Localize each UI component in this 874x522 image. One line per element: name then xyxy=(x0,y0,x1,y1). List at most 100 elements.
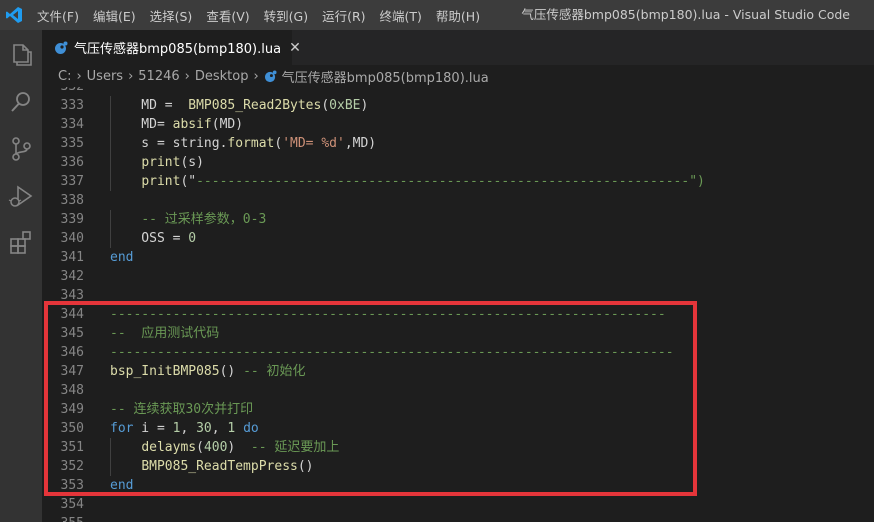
line-number[interactable]: 342 xyxy=(42,267,84,286)
code-line[interactable]: 355 xyxy=(42,514,874,522)
code-line[interactable]: 343 xyxy=(42,286,874,305)
code-line[interactable]: 336 print(s) xyxy=(42,153,874,172)
close-icon[interactable]: ✕ xyxy=(289,40,301,56)
line-number[interactable]: 337 xyxy=(42,172,84,191)
breadcrumb-user[interactable]: 51246 xyxy=(138,69,179,84)
menu-view[interactable]: 查看(V) xyxy=(206,6,249,25)
breadcrumb: C: › Users › 51246 › Desktop › 气压传感器bmp0… xyxy=(42,65,874,87)
line-number[interactable]: 348 xyxy=(42,381,84,400)
breadcrumb-users[interactable]: Users xyxy=(87,69,123,84)
line-number[interactable]: 352 xyxy=(42,457,84,476)
code-text: -- 连续获取30次并打印 xyxy=(110,402,254,417)
line-number[interactable]: 350 xyxy=(42,419,84,438)
line-number[interactable]: 340 xyxy=(42,229,84,248)
line-number[interactable]: 345 xyxy=(42,324,84,343)
line-number[interactable]: 334 xyxy=(42,115,84,134)
line-number[interactable]: 353 xyxy=(42,476,84,495)
breadcrumb-desktop[interactable]: Desktop xyxy=(195,69,249,84)
code-text: -- 应用测试代码 xyxy=(110,326,220,341)
line-number[interactable]: 349 xyxy=(42,400,84,419)
code-text: delayms(400) -- 延迟要加上 xyxy=(141,440,340,455)
code-line[interactable]: 337 print("-----------------------------… xyxy=(42,172,874,191)
menu-edit[interactable]: 编辑(E) xyxy=(93,6,136,25)
code-line[interactable]: 350 for i = 1, 30, 1 do xyxy=(42,419,874,438)
extensions-icon[interactable] xyxy=(6,228,36,258)
code-editor[interactable]: 332333 MD = BMP085_Read2Bytes(0xBE)334 M… xyxy=(42,87,874,522)
run-debug-icon[interactable] xyxy=(6,181,36,211)
code-text: print(s) xyxy=(141,155,204,170)
breadcrumb-separator: › xyxy=(76,68,82,84)
menu-run[interactable]: 运行(R) xyxy=(322,6,365,25)
indent-guide xyxy=(110,457,111,476)
editor-tab[interactable]: 气压传感器bmp085(bmp180).lua ✕ xyxy=(42,30,301,65)
line-number[interactable]: 351 xyxy=(42,438,84,457)
code-line[interactable]: 352 BMP085_ReadTempPress() xyxy=(42,457,874,476)
menu-help[interactable]: 帮助(H) xyxy=(436,6,480,25)
window-title: 气压传感器bmp085(bmp180).lua - Visual Studio … xyxy=(521,7,850,22)
code-line[interactable]: 341 end xyxy=(42,248,874,267)
line-number[interactable]: 333 xyxy=(42,96,84,115)
code-line[interactable]: 339 -- 过采样参数，0-3 xyxy=(42,210,874,229)
code-text: bsp_InitBMP085() -- 初始化 xyxy=(110,364,306,379)
code-text: MD= absif(MD) xyxy=(110,117,244,132)
line-number[interactable]: 336 xyxy=(42,153,84,172)
vscode-logo-icon[interactable] xyxy=(5,6,23,24)
breadcrumb-separator: › xyxy=(128,68,134,84)
line-number[interactable]: 341 xyxy=(42,248,84,267)
menu-go[interactable]: 转到(G) xyxy=(264,6,308,25)
activity-bar xyxy=(0,30,42,522)
menu-terminal[interactable]: 终端(T) xyxy=(380,6,422,25)
code-text: OSS = 0 xyxy=(110,231,197,246)
search-icon[interactable] xyxy=(6,87,36,117)
breadcrumb-file[interactable]: 气压传感器bmp085(bmp180).lua xyxy=(282,67,489,86)
code-line[interactable]: 354 xyxy=(42,495,874,514)
code-line[interactable]: 346 -------------------------------------… xyxy=(42,343,874,362)
breadcrumb-separator: › xyxy=(184,68,190,84)
code-line[interactable]: 332 xyxy=(42,87,874,96)
code-line[interactable]: 345 -- 应用测试代码 xyxy=(42,324,874,343)
code-line[interactable]: 344 -------------------------------------… xyxy=(42,305,874,324)
line-number[interactable]: 344 xyxy=(42,305,84,324)
code-text: MD = BMP085_Read2Bytes(0xBE) xyxy=(110,98,369,113)
code-text: BMP085_ReadTempPress() xyxy=(141,459,314,474)
code-line[interactable]: 349 -- 连续获取30次并打印 xyxy=(42,400,874,419)
line-number[interactable]: 339 xyxy=(42,210,84,229)
code-line[interactable]: 342 xyxy=(42,267,874,286)
code-line[interactable]: 353 end xyxy=(42,476,874,495)
line-number[interactable]: 343 xyxy=(42,286,84,305)
code-line[interactable]: 335 s = string.format('MD= %d',MD) xyxy=(42,134,874,153)
code-text: ----------------------------------------… xyxy=(110,307,666,322)
menu-selection[interactable]: 选择(S) xyxy=(150,6,193,25)
line-number[interactable]: 346 xyxy=(42,343,84,362)
lua-file-icon xyxy=(264,69,277,83)
line-number[interactable]: 332 xyxy=(42,87,84,96)
code-line[interactable]: 348 xyxy=(42,381,874,400)
tab-bar: 气压传感器bmp085(bmp180).lua ✕ xyxy=(42,30,874,65)
code-text: -- 过采样参数，0-3 xyxy=(141,212,267,227)
line-number[interactable]: 335 xyxy=(42,134,84,153)
lua-file-icon xyxy=(54,41,68,55)
line-number[interactable]: 338 xyxy=(42,191,84,210)
code-text: ----------------------------------------… xyxy=(110,345,674,360)
code-text: for i = 1, 30, 1 do xyxy=(110,421,259,436)
explorer-icon[interactable] xyxy=(6,40,36,70)
indent-guide xyxy=(110,172,111,191)
code-line[interactable]: 340 OSS = 0 xyxy=(42,229,874,248)
code-line[interactable]: 351 delayms(400) -- 延迟要加上 xyxy=(42,438,874,457)
line-number[interactable]: 355 xyxy=(42,514,84,522)
source-control-icon[interactable] xyxy=(6,134,36,164)
code-line[interactable]: 334 MD= absif(MD) xyxy=(42,115,874,134)
indent-guide xyxy=(110,210,111,229)
code-text: s = string.format('MD= %d',MD) xyxy=(110,136,377,151)
line-number[interactable]: 347 xyxy=(42,362,84,381)
breadcrumb-drive[interactable]: C: xyxy=(58,69,71,84)
code-line[interactable]: 333 MD = BMP085_Read2Bytes(0xBE) xyxy=(42,96,874,115)
line-number[interactable]: 354 xyxy=(42,495,84,514)
code-line[interactable]: 338 xyxy=(42,191,874,210)
indent-guide xyxy=(110,115,111,134)
code-line[interactable]: 347 bsp_InitBMP085() -- 初始化 xyxy=(42,362,874,381)
menu-file[interactable]: 文件(F) xyxy=(37,6,79,25)
code-text: end xyxy=(110,478,134,493)
indent-guide xyxy=(110,96,111,115)
indent-guide xyxy=(110,134,111,153)
